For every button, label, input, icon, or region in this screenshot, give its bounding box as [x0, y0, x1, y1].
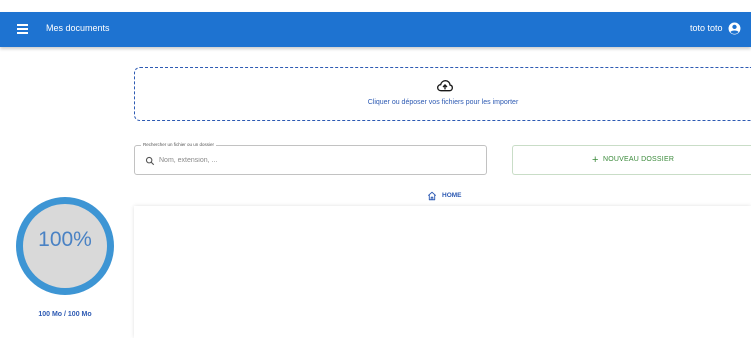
account-circle-icon[interactable]	[728, 22, 741, 35]
top-app-bar: Mes documents toto toto	[0, 12, 751, 47]
user-name[interactable]: toto toto	[690, 23, 723, 33]
storage-percent: 100%	[38, 228, 92, 251]
search-label: Rechercher un fichier ou un dossier	[141, 142, 217, 147]
new-folder-button[interactable]: + NOUVEAU DOSSIER	[512, 145, 751, 175]
search-icon	[145, 156, 155, 166]
new-folder-label: NOUVEAU DOSSIER	[603, 156, 675, 163]
plus-icon: +	[592, 154, 599, 166]
search-input[interactable]	[159, 151, 479, 170]
app-title: Mes documents	[46, 23, 110, 33]
breadcrumb-home[interactable]: HOME	[442, 192, 462, 199]
upload-instructions: Cliquer ou déposer vos fichiers pour les…	[367, 99, 519, 106]
file-list-panel	[134, 206, 751, 338]
search-field[interactable]: Rechercher un fichier ou un dossier	[134, 142, 487, 175]
cloud-upload-icon	[437, 79, 453, 92]
menu-icon[interactable]	[17, 24, 28, 35]
home-icon	[427, 191, 437, 201]
storage-usage-text: 100 Mo / 100 Mo	[38, 311, 92, 318]
upload-dropzone[interactable]: Cliquer ou déposer vos fichiers pour les…	[134, 67, 751, 121]
